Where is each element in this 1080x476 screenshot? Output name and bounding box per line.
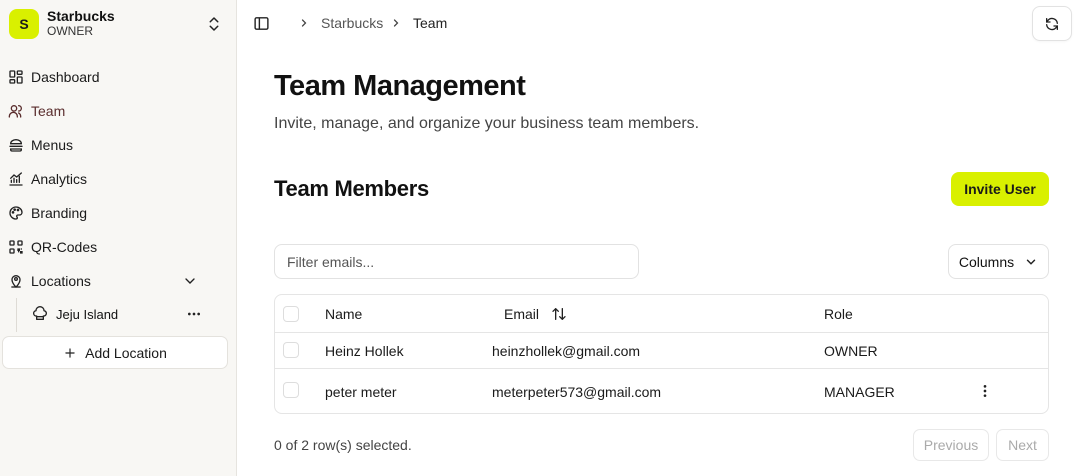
breadcrumb-team: Team: [413, 15, 448, 31]
cell-email: heinzhollek@gmail.com: [492, 343, 641, 359]
org-avatar: S: [9, 9, 39, 39]
sidebar-item-label: Analytics: [31, 171, 88, 187]
cell-role: MANAGER: [824, 384, 895, 400]
org-name: Starbucks: [47, 8, 115, 24]
refresh-button[interactable]: [1032, 6, 1072, 41]
breadcrumb-starbucks[interactable]: Starbucks: [321, 15, 383, 31]
sidebar-item-locations[interactable]: Locations: [8, 268, 228, 294]
columns-dropdown-button[interactable]: Columns: [948, 244, 1049, 279]
sidebar-subitem-label: Jeju Island: [56, 306, 119, 322]
header-role: Role: [824, 306, 853, 322]
location-pin-icon: [11, 275, 21, 288]
next-page-button[interactable]: Next: [996, 429, 1049, 461]
chevrons-up-down-icon: [209, 17, 219, 31]
cell-name: Heinz Hollek: [325, 343, 404, 359]
page-title: Team Management: [274, 70, 526, 102]
section-title: Team Members: [274, 176, 429, 201]
selected-rows-count: 0 of 2 row(s) selected.: [274, 437, 412, 453]
add-location-button[interactable]: Add Location: [2, 336, 228, 369]
row-checkbox[interactable]: [283, 342, 299, 358]
cell-name: peter meter: [325, 384, 397, 400]
chevron-down-icon: [1026, 259, 1036, 265]
sidebar-item-label: Menus: [31, 137, 74, 153]
page-subtitle: Invite, manage, and organize your busine…: [274, 115, 700, 132]
more-horizontal-icon[interactable]: [186, 306, 202, 322]
invite-user-button[interactable]: Invite User: [951, 172, 1049, 206]
sidebar-subitem-jeju-island[interactable]: Jeju Island: [32, 302, 212, 326]
table-row: Heinz Hollek heinzhollek@gmail.com OWNER: [275, 333, 1048, 369]
chevron-right-icon: [301, 19, 307, 27]
sidebar-item-team[interactable]: Team: [8, 98, 228, 124]
sidebar-item-label: Branding: [31, 205, 88, 221]
menu-burger-icon: [9, 139, 23, 152]
cell-role: OWNER: [824, 343, 878, 359]
columns-label: Columns: [958, 253, 1015, 270]
cell-email: meterpeter573@gmail.com: [492, 384, 662, 400]
sidebar-item-label: Team: [31, 103, 66, 119]
sidebar-toggle-icon[interactable]: [253, 15, 270, 32]
dashboard-icon: [9, 70, 23, 84]
sidebar-item-label: Locations: [31, 273, 91, 289]
add-location-label: Add Location: [85, 344, 167, 361]
sidebar-item-analytics[interactable]: Analytics: [8, 166, 228, 192]
plus-icon: [65, 347, 75, 358]
header-name: Name: [325, 306, 363, 322]
chevron-down-icon[interactable]: [182, 273, 198, 289]
previous-page-button[interactable]: Previous: [913, 429, 989, 461]
header-email[interactable]: Email: [504, 306, 539, 322]
chevron-right-icon: [393, 19, 399, 27]
select-all-checkbox[interactable]: [283, 306, 299, 322]
table-header-row: Name Email Role: [275, 295, 1048, 333]
sidebar: S Starbucks OWNER Dashboard Team Menus A…: [0, 0, 237, 476]
sidebar-item-dashboard[interactable]: Dashboard: [8, 64, 228, 90]
row-checkbox[interactable]: [283, 382, 299, 398]
sidebar-item-branding[interactable]: Branding: [8, 200, 228, 226]
qr-code-icon: [9, 240, 23, 254]
palette-icon: [9, 206, 23, 220]
team-members-table: Name Email Role Heinz Hollek heinzhollek…: [274, 294, 1049, 414]
more-vertical-icon[interactable]: [977, 383, 993, 399]
users-icon: [8, 105, 22, 118]
sidebar-item-qr-codes[interactable]: QR-Codes: [8, 234, 228, 260]
chef-hat-icon: [32, 306, 48, 320]
org-switcher[interactable]: S Starbucks OWNER: [9, 8, 227, 40]
chart-icon: [9, 172, 23, 186]
filter-emails-input[interactable]: [274, 244, 639, 279]
sidebar-item-menus[interactable]: Menus: [8, 132, 228, 158]
sub-nav-line: [16, 298, 17, 332]
sidebar-item-label: Dashboard: [31, 69, 100, 85]
sort-arrows-icon[interactable]: [551, 306, 567, 322]
org-role: OWNER: [47, 24, 93, 38]
refresh-icon: [1046, 17, 1058, 30]
sidebar-item-label: QR-Codes: [31, 239, 98, 255]
table-row: peter meter meterpeter573@gmail.com MANA…: [275, 369, 1048, 413]
